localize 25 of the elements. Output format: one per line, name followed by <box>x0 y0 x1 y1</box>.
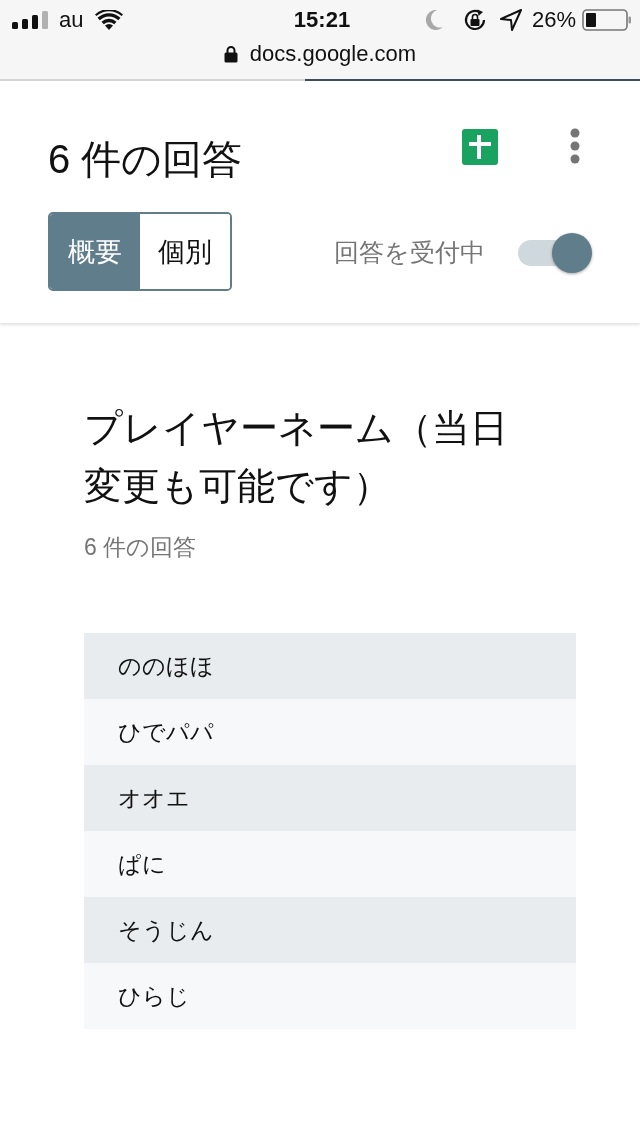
question-title: プレイヤーネーム（当日変更も可能です） <box>84 406 509 509</box>
battery-icon <box>582 9 632 31</box>
answer-row: ぱに <box>84 831 576 897</box>
answer-row: ひでパパ <box>84 699 576 765</box>
clock-time: 15:21 <box>293 7 351 33</box>
rotation-lock-icon <box>462 8 487 32</box>
address-url[interactable]: docs.google.com <box>249 41 417 67</box>
wifi-icon <box>95 10 124 30</box>
accepting-responses-toggle[interactable] <box>518 232 592 273</box>
answer-row: ののほほ <box>84 633 576 699</box>
battery-percent: 26% <box>531 7 576 33</box>
answer-row: ひらじ <box>84 963 576 1029</box>
response-count: 6 件の回答 <box>84 533 198 562</box>
location-arrow-icon <box>499 9 522 31</box>
answer-row: そうじん <box>84 897 576 963</box>
responses-title: 6 件の回答 <box>48 136 243 183</box>
view-tab[interactable]: 概要 <box>50 214 140 289</box>
lock-icon <box>223 45 238 63</box>
more-options-icon[interactable] <box>569 128 581 164</box>
carrier-name: au <box>59 7 84 33</box>
spreadsheet-icon[interactable] <box>462 129 498 165</box>
signal-icon <box>12 11 50 29</box>
accepting-responses-label: 回答を受付中 <box>334 237 485 268</box>
moon-icon <box>424 10 443 30</box>
answer-row: オオエ <box>84 765 576 831</box>
